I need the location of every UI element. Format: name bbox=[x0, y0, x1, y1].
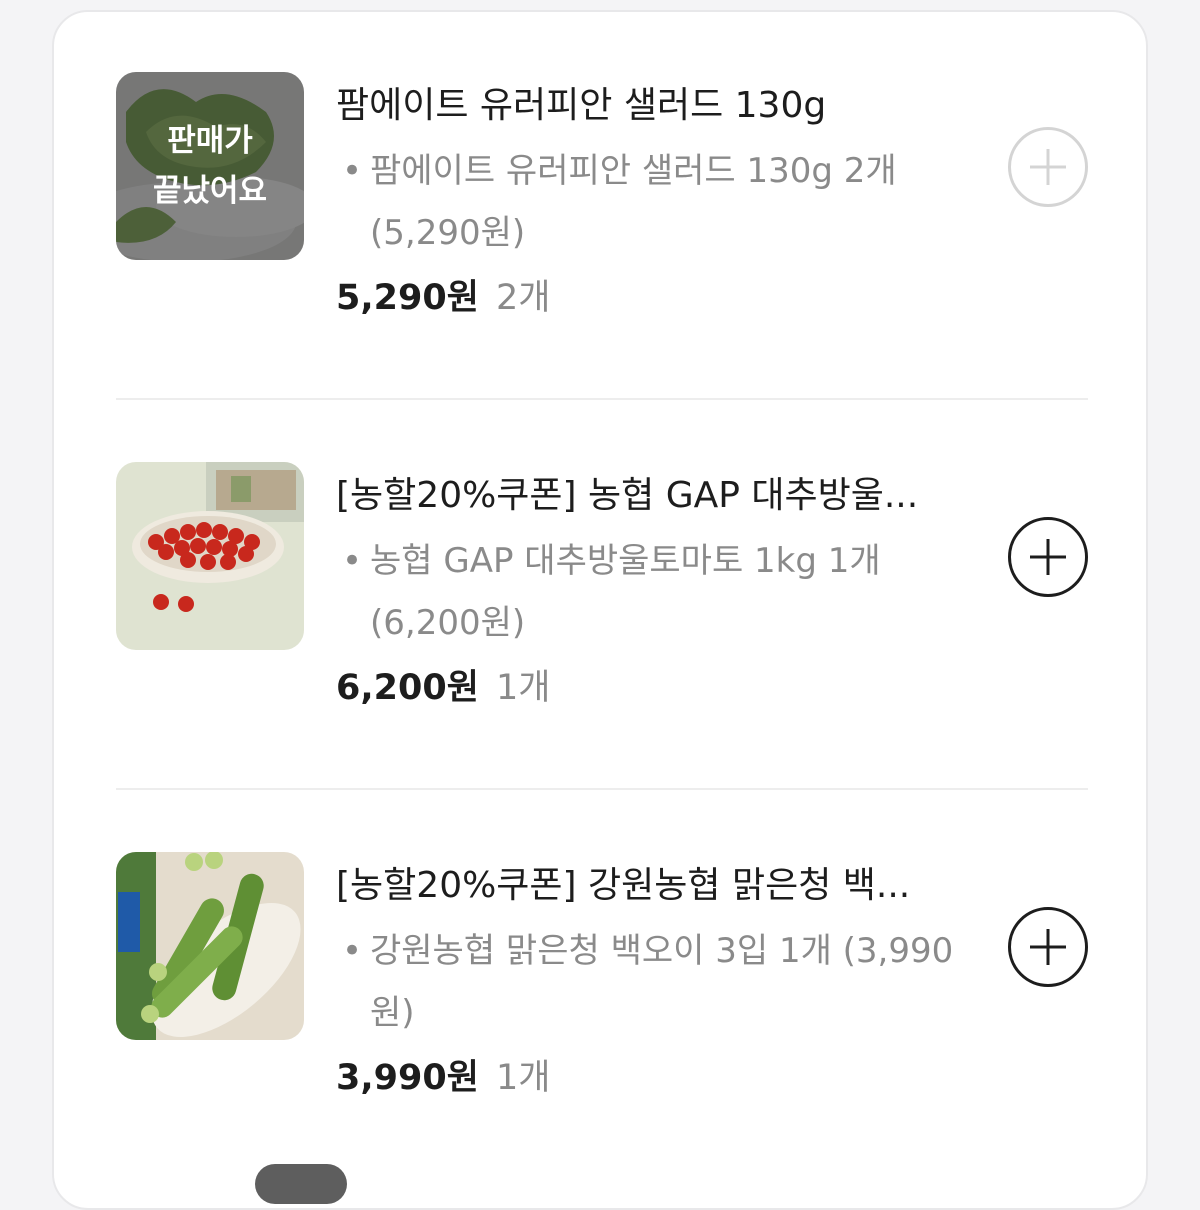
option-text: 강원농협 맑은청 백오이 3입 1개 (3,990원) bbox=[370, 931, 954, 1033]
item-quantity: 2개 bbox=[496, 278, 551, 318]
option-line: • 팜에이트 유러피안 샐러드 130g 2개 (5,290원) bbox=[336, 140, 976, 264]
option-bullet: • bbox=[342, 541, 363, 581]
item-info: [농할20%쿠폰] 농협 GAP 대추방울... • 농협 GAP 대추방울토마… bbox=[336, 470, 976, 722]
sold-out-overlay: 판매가 끝났어요 bbox=[116, 72, 304, 260]
option-bullet: • bbox=[342, 931, 363, 971]
add-to-cart-button[interactable] bbox=[1008, 517, 1088, 597]
option-text: 팜에이트 유러피안 샐러드 130g 2개 (5,290원) bbox=[370, 151, 897, 253]
cherry-tomato-photo bbox=[116, 462, 304, 650]
cart-card: 판매가 끝났어요 팜에이트 유러피안 샐러드 130g • 팜에이트 유러피안 … bbox=[52, 10, 1148, 1210]
product-image-tomato[interactable] bbox=[116, 462, 304, 650]
add-to-cart-button[interactable] bbox=[1008, 907, 1088, 987]
add-to-cart-button[interactable] bbox=[1008, 127, 1088, 207]
option-line: • 강원농협 맑은청 백오이 3입 1개 (3,990원) bbox=[336, 920, 976, 1044]
product-title[interactable]: 팜에이트 유러피안 샐러드 130g bbox=[336, 80, 976, 132]
option-text: 농협 GAP 대추방울토마토 1kg 1개 (6,200원) bbox=[370, 541, 881, 643]
item-price: 3,990원 bbox=[336, 1058, 479, 1098]
product-title[interactable]: [농할20%쿠폰] 강원농협 맑은청 백... bbox=[336, 860, 976, 912]
divider bbox=[116, 788, 1088, 790]
divider bbox=[116, 398, 1088, 400]
item-quantity: 1개 bbox=[496, 1058, 551, 1098]
price-line: 5,290원 2개 bbox=[336, 270, 976, 332]
item-price: 5,290원 bbox=[336, 278, 479, 318]
option-line: • 농협 GAP 대추방울토마토 1kg 1개 (6,200원) bbox=[336, 530, 976, 654]
product-image-cucumber[interactable] bbox=[116, 852, 304, 1040]
product-image-salad[interactable]: 판매가 끝났어요 bbox=[116, 72, 304, 260]
price-line: 3,990원 1개 bbox=[336, 1050, 976, 1112]
sold-out-label: 판매가 bbox=[167, 123, 253, 159]
plus-icon bbox=[1030, 929, 1066, 965]
plus-icon bbox=[1030, 539, 1066, 575]
item-info: [농할20%쿠폰] 강원농협 맑은청 백... • 강원농협 맑은청 백오이 3… bbox=[336, 860, 976, 1112]
cucumber-photo bbox=[116, 852, 304, 1040]
sold-out-label: 끝났어요 bbox=[152, 173, 268, 209]
item-price: 6,200원 bbox=[336, 668, 479, 708]
bottom-handle bbox=[255, 1164, 347, 1204]
product-title[interactable]: [농할20%쿠폰] 농협 GAP 대추방울... bbox=[336, 470, 976, 522]
plus-icon bbox=[1030, 149, 1066, 185]
price-line: 6,200원 1개 bbox=[336, 660, 976, 722]
item-info: 팜에이트 유러피안 샐러드 130g • 팜에이트 유러피안 샐러드 130g … bbox=[336, 80, 976, 332]
option-bullet: • bbox=[342, 151, 363, 191]
item-quantity: 1개 bbox=[496, 668, 551, 708]
